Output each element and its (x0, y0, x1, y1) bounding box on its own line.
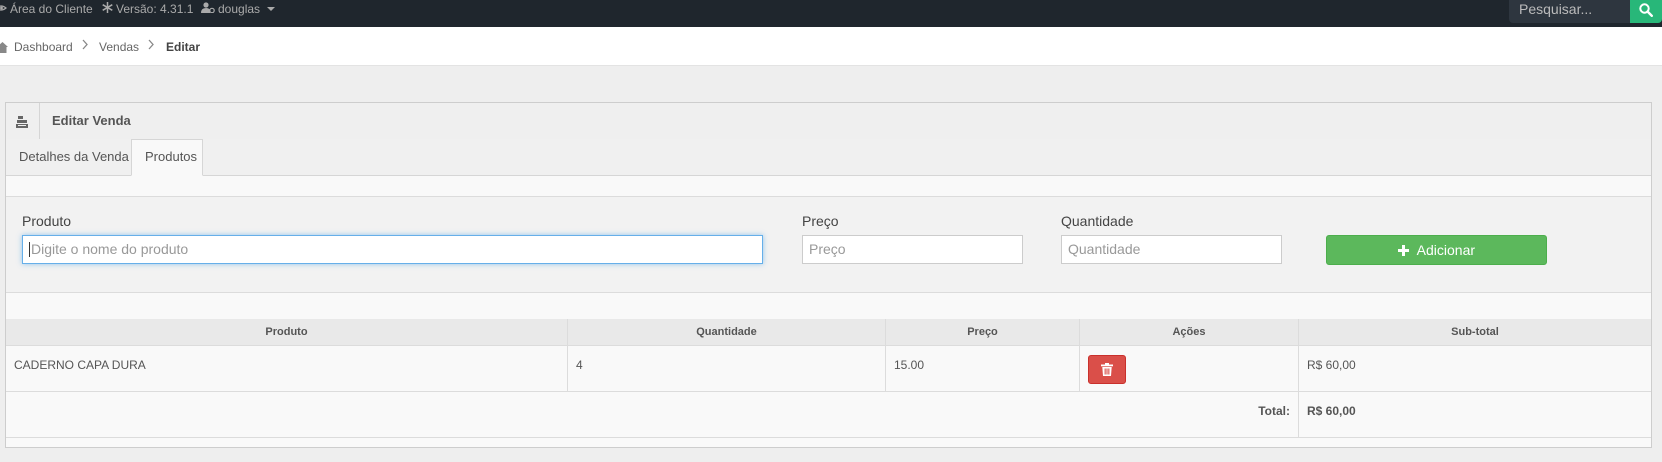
total-row: Total: R$ 60,00 (6, 391, 1651, 438)
table-header-row: Produto Quantidade Preço Ações Sub-total (6, 319, 1651, 346)
cell-subtotal: R$ 60,00 (1298, 345, 1651, 392)
preco-label: Preço (802, 213, 839, 229)
col-acoes: Ações (1079, 319, 1299, 346)
breadcrumb-dashboard[interactable]: Dashboard (14, 40, 73, 54)
total-label: Total: (6, 391, 1299, 438)
breadcrumb-vendas[interactable]: Vendas (99, 40, 139, 54)
edit-sale-widget: Editar Venda Detalhes da Venda Produtos … (5, 102, 1652, 448)
search-button[interactable] (1630, 0, 1662, 23)
col-preco: Preço (885, 319, 1080, 346)
quantidade-label: Quantidade (1061, 213, 1134, 229)
customer-area-link[interactable]: Área do Cliente (0, 0, 93, 19)
asterisk-icon (102, 0, 113, 18)
add-product-form: Produto Digite o nome do produto Preço P… (6, 196, 1651, 293)
search-icon (1639, 3, 1654, 22)
widget-header: Editar Venda (6, 103, 1651, 140)
chevron-right-icon (82, 39, 88, 53)
version-info: Versão: 4.31.1 (102, 0, 193, 19)
plus-icon (1397, 240, 1414, 259)
col-subtotal: Sub-total (1298, 319, 1651, 346)
widget-title: Editar Venda (52, 113, 131, 128)
cell-acoes (1079, 345, 1299, 392)
produto-placeholder: Digite o nome do produto (31, 241, 189, 257)
add-button-label: Adicionar (1416, 242, 1476, 258)
tab-produtos[interactable]: Produtos (131, 139, 203, 176)
search-input[interactable]: Pesquisar... (1509, 0, 1630, 23)
col-produto: Produto (6, 319, 568, 346)
trash-icon (1101, 363, 1113, 379)
user-menu[interactable]: douglas (201, 0, 276, 19)
cell-produto: CADERNO CAPA DURA (6, 345, 568, 392)
products-table: Produto Quantidade Preço Ações Sub-total… (6, 319, 1651, 438)
delete-item-button[interactable] (1088, 355, 1126, 384)
total-value: R$ 60,00 (1298, 391, 1651, 438)
version-label: Versão: 4.31.1 (116, 2, 194, 16)
customer-area-label: Área do Cliente (10, 2, 93, 16)
caret-down-icon (267, 7, 276, 11)
table-row: CADERNO CAPA DURA 4 15.00 R$ 60,00 (6, 345, 1651, 392)
quantidade-input[interactable]: Quantidade (1061, 235, 1282, 264)
user-cog-icon (201, 0, 215, 18)
preco-input[interactable]: Preço (802, 235, 1023, 264)
cell-preco: 15.00 (885, 345, 1080, 392)
chevron-right-icon (148, 39, 154, 53)
add-product-button[interactable]: Adicionar (1326, 235, 1547, 265)
eye-icon (0, 0, 7, 18)
top-navbar: Área do Cliente Versão: 4.31.1 douglas P… (0, 0, 1662, 27)
cash-register-icon (16, 115, 28, 133)
tab-bar: Detalhes da Venda Produtos (6, 139, 1651, 176)
breadcrumb-editar: Editar (166, 40, 201, 54)
text-caret (29, 242, 30, 257)
produto-input[interactable]: Digite o nome do produto (22, 235, 763, 264)
cell-quantidade: 4 (567, 345, 886, 392)
tab-detalhes-da-venda[interactable]: Detalhes da Venda (6, 139, 142, 175)
home-icon (0, 40, 8, 58)
user-name: douglas (218, 2, 261, 16)
produto-label: Produto (22, 213, 72, 229)
col-quantidade: Quantidade (567, 319, 886, 346)
breadcrumb: Dashboard Vendas Editar (0, 27, 1662, 66)
widget-icon-box (6, 103, 40, 139)
